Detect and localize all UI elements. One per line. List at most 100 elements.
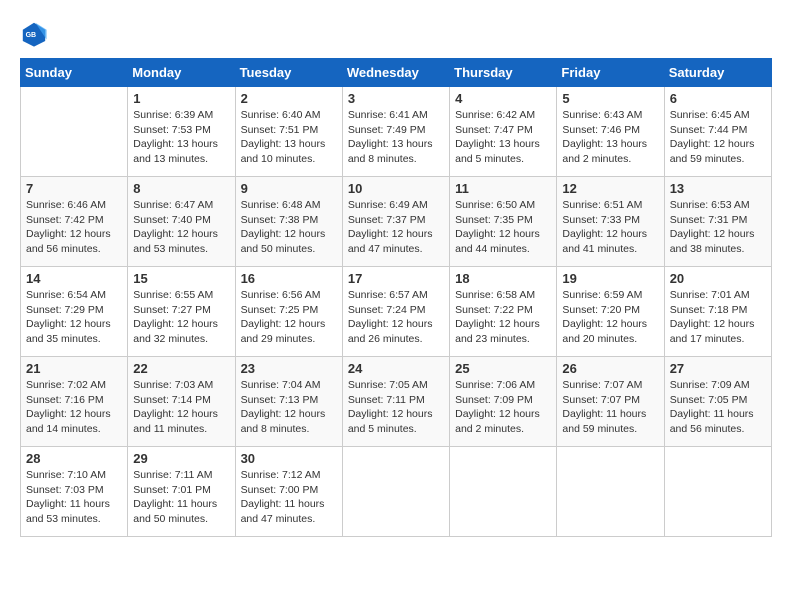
day-number: 16 [241, 271, 337, 286]
calendar-cell: 4Sunrise: 6:42 AM Sunset: 7:47 PM Daylig… [450, 87, 557, 177]
logo-icon: GB [20, 20, 48, 48]
day-info: Sunrise: 7:07 AM Sunset: 7:07 PM Dayligh… [562, 378, 658, 437]
logo: GB [20, 20, 52, 48]
day-info: Sunrise: 6:50 AM Sunset: 7:35 PM Dayligh… [455, 198, 551, 257]
day-info: Sunrise: 6:41 AM Sunset: 7:49 PM Dayligh… [348, 108, 444, 167]
day-info: Sunrise: 7:04 AM Sunset: 7:13 PM Dayligh… [241, 378, 337, 437]
header-cell-wednesday: Wednesday [342, 59, 449, 87]
calendar-cell: 8Sunrise: 6:47 AM Sunset: 7:40 PM Daylig… [128, 177, 235, 267]
day-number: 2 [241, 91, 337, 106]
day-info: Sunrise: 6:54 AM Sunset: 7:29 PM Dayligh… [26, 288, 122, 347]
day-number: 5 [562, 91, 658, 106]
day-info: Sunrise: 7:10 AM Sunset: 7:03 PM Dayligh… [26, 468, 122, 527]
day-number: 20 [670, 271, 766, 286]
calendar-cell [21, 87, 128, 177]
calendar-cell: 5 Sunrise: 6:43 AM Sunset: 7:46 PM Daylig… [557, 87, 664, 177]
calendar-cell: 14 Sunrise: 6:54 AM Sunset: 7:29 PM Dayli… [21, 267, 128, 357]
day-number: 10 [348, 181, 444, 196]
day-number: 25 [455, 361, 551, 376]
day-info: Sunrise: 6:56 AM Sunset: 7:25 PM Dayligh… [241, 288, 337, 347]
calendar-table: SundayMondayTuesdayWednesdayThursdayFrid… [20, 58, 772, 537]
day-number: 6 [670, 91, 766, 106]
calendar-body: 1 Sunrise: 6:39 AM Sunset: 7:53 PM Daylig… [21, 87, 772, 537]
calendar-cell [342, 447, 449, 537]
svg-text:GB: GB [26, 32, 36, 39]
day-number: 13 [670, 181, 766, 196]
calendar-cell [557, 447, 664, 537]
calendar-cell: 11 Sunrise: 6:50 AM Sunset: 7:35 PM Dayli… [450, 177, 557, 267]
day-info: Sunrise: 6:45 AM Sunset: 7:44 PM Dayligh… [670, 108, 766, 167]
day-number: 15 [133, 271, 229, 286]
day-info: Sunrise: 7:05 AM Sunset: 7:11 PM Dayligh… [348, 378, 444, 437]
week-row-4: 21 Sunrise: 7:02 AM Sunset: 7:16 PM Dayli… [21, 357, 772, 447]
day-number: 3 [348, 91, 444, 106]
calendar-cell: 1 Sunrise: 6:39 AM Sunset: 7:53 PM Daylig… [128, 87, 235, 177]
calendar-header: SundayMondayTuesdayWednesdayThursdayFrid… [21, 59, 772, 87]
day-info: Sunrise: 6:46 AM Sunset: 7:42 PM Dayligh… [26, 198, 122, 257]
calendar-cell [450, 447, 557, 537]
day-number: 4 [455, 91, 551, 106]
day-info: Sunrise: 7:03 AM Sunset: 7:14 PM Dayligh… [133, 378, 229, 437]
day-info: Sunrise: 6:40 AM Sunset: 7:51 PM Dayligh… [241, 108, 337, 167]
week-row-5: 28Sunrise: 7:10 AM Sunset: 7:03 PM Dayli… [21, 447, 772, 537]
week-row-2: 7 Sunrise: 6:46 AM Sunset: 7:42 PM Daylig… [21, 177, 772, 267]
calendar-cell: 29Sunrise: 7:11 AM Sunset: 7:01 PM Dayli… [128, 447, 235, 537]
day-info: Sunrise: 6:43 AM Sunset: 7:46 PM Dayligh… [562, 108, 658, 167]
page-header: GB [20, 20, 772, 48]
header-row: SundayMondayTuesdayWednesdayThursdayFrid… [21, 59, 772, 87]
day-info: Sunrise: 6:57 AM Sunset: 7:24 PM Dayligh… [348, 288, 444, 347]
calendar-cell [664, 447, 771, 537]
day-number: 12 [562, 181, 658, 196]
day-number: 30 [241, 451, 337, 466]
calendar-cell: 15 Sunrise: 6:55 AM Sunset: 7:27 PM Dayli… [128, 267, 235, 357]
day-number: 9 [241, 181, 337, 196]
calendar-cell: 13Sunrise: 6:53 AM Sunset: 7:31 PM Dayli… [664, 177, 771, 267]
week-row-3: 14 Sunrise: 6:54 AM Sunset: 7:29 PM Dayli… [21, 267, 772, 357]
day-number: 14 [26, 271, 122, 286]
calendar-cell: 12 Sunrise: 6:51 AM Sunset: 7:33 PM Dayli… [557, 177, 664, 267]
calendar-cell: 20Sunrise: 7:01 AM Sunset: 7:18 PM Dayli… [664, 267, 771, 357]
calendar-cell: 10Sunrise: 6:49 AM Sunset: 7:37 PM Dayli… [342, 177, 449, 267]
day-info: Sunrise: 6:48 AM Sunset: 7:38 PM Dayligh… [241, 198, 337, 257]
header-cell-friday: Friday [557, 59, 664, 87]
day-number: 7 [26, 181, 122, 196]
day-number: 21 [26, 361, 122, 376]
day-info: Sunrise: 6:47 AM Sunset: 7:40 PM Dayligh… [133, 198, 229, 257]
day-info: Sunrise: 6:39 AM Sunset: 7:53 PM Dayligh… [133, 108, 229, 167]
header-cell-monday: Monday [128, 59, 235, 87]
calendar-cell: 25 Sunrise: 7:06 AM Sunset: 7:09 PM Dayli… [450, 357, 557, 447]
calendar-cell: 30 Sunrise: 7:12 AM Sunset: 7:00 PM Dayli… [235, 447, 342, 537]
calendar-cell: 7 Sunrise: 6:46 AM Sunset: 7:42 PM Daylig… [21, 177, 128, 267]
calendar-cell: 16 Sunrise: 6:56 AM Sunset: 7:25 PM Dayli… [235, 267, 342, 357]
header-cell-thursday: Thursday [450, 59, 557, 87]
day-number: 11 [455, 181, 551, 196]
day-info: Sunrise: 6:51 AM Sunset: 7:33 PM Dayligh… [562, 198, 658, 257]
day-number: 19 [562, 271, 658, 286]
day-number: 1 [133, 91, 229, 106]
calendar-cell: 26 Sunrise: 7:07 AM Sunset: 7:07 PM Dayli… [557, 357, 664, 447]
day-info: Sunrise: 7:09 AM Sunset: 7:05 PM Dayligh… [670, 378, 766, 437]
calendar-cell: 21 Sunrise: 7:02 AM Sunset: 7:16 PM Dayli… [21, 357, 128, 447]
calendar-cell: 27 Sunrise: 7:09 AM Sunset: 7:05 PM Dayli… [664, 357, 771, 447]
calendar-cell: 28Sunrise: 7:10 AM Sunset: 7:03 PM Dayli… [21, 447, 128, 537]
day-info: Sunrise: 6:59 AM Sunset: 7:20 PM Dayligh… [562, 288, 658, 347]
day-info: Sunrise: 6:58 AM Sunset: 7:22 PM Dayligh… [455, 288, 551, 347]
day-number: 26 [562, 361, 658, 376]
week-row-1: 1 Sunrise: 6:39 AM Sunset: 7:53 PM Daylig… [21, 87, 772, 177]
day-info: Sunrise: 7:06 AM Sunset: 7:09 PM Dayligh… [455, 378, 551, 437]
calendar-cell: 18 Sunrise: 6:58 AM Sunset: 7:22 PM Dayli… [450, 267, 557, 357]
calendar-cell: 19 Sunrise: 6:59 AM Sunset: 7:20 PM Dayli… [557, 267, 664, 357]
day-number: 29 [133, 451, 229, 466]
day-number: 24 [348, 361, 444, 376]
calendar-cell: 6 Sunrise: 6:45 AM Sunset: 7:44 PM Daylig… [664, 87, 771, 177]
day-info: Sunrise: 7:02 AM Sunset: 7:16 PM Dayligh… [26, 378, 122, 437]
calendar-cell: 9 Sunrise: 6:48 AM Sunset: 7:38 PM Daylig… [235, 177, 342, 267]
day-info: Sunrise: 7:12 AM Sunset: 7:00 PM Dayligh… [241, 468, 337, 527]
day-info: Sunrise: 6:55 AM Sunset: 7:27 PM Dayligh… [133, 288, 229, 347]
calendar-cell: 17 Sunrise: 6:57 AM Sunset: 7:24 PM Dayli… [342, 267, 449, 357]
calendar-cell: 22Sunrise: 7:03 AM Sunset: 7:14 PM Dayli… [128, 357, 235, 447]
day-number: 27 [670, 361, 766, 376]
day-number: 17 [348, 271, 444, 286]
header-cell-tuesday: Tuesday [235, 59, 342, 87]
day-number: 18 [455, 271, 551, 286]
